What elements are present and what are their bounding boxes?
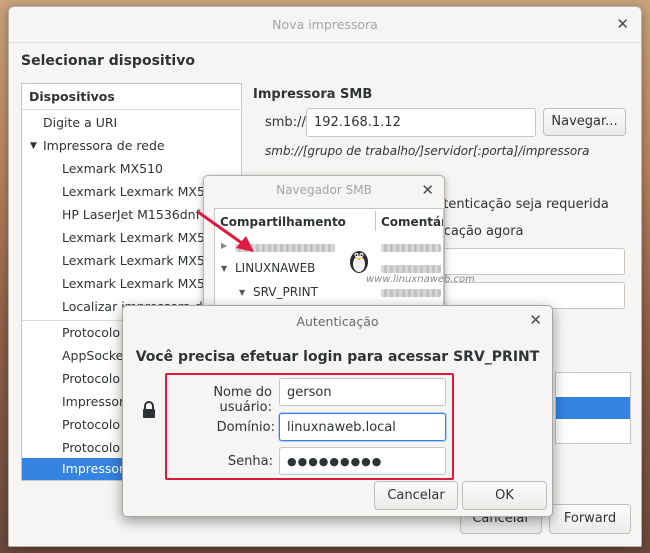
domain-label: Domínio:	[216, 420, 275, 435]
auth-ok-button[interactable]: OK	[462, 481, 547, 510]
blurred-comment	[381, 289, 441, 297]
smb-uri-label: smb://	[265, 115, 306, 130]
device-item[interactable]: HP LaserJet M1536dnf M	[62, 207, 215, 222]
auth-prompt: Você precisa efetuar login para acessar …	[135, 349, 540, 365]
blurred-comment	[381, 244, 441, 252]
collapse-icon[interactable]: ▼	[30, 141, 37, 151]
column-header-share[interactable]: Compartilhamento	[220, 215, 346, 229]
username-input[interactable]: gerson	[279, 378, 446, 406]
device-item-uri[interactable]: Digite a URI	[43, 115, 117, 130]
blurred-share	[235, 244, 335, 252]
collapse-icon[interactable]: ▼	[239, 288, 245, 297]
close-icon[interactable]: ✕	[616, 17, 629, 32]
blurred-comment	[381, 265, 441, 273]
smb-browser-dialog: Navegador SMB ✕ Compartilhamento Comentá…	[203, 175, 445, 315]
window-title: Nova impressora	[272, 17, 378, 32]
domain-input[interactable]: linuxnaweb.local	[279, 413, 446, 441]
smb-uri-input[interactable]: 192.168.1.12	[306, 108, 536, 137]
watermark-text: www.linuxnaweb.com	[366, 274, 475, 285]
smb-field[interactable]	[435, 248, 625, 275]
smb-uri-hint: smb://[grupo de trabalho/]servidor[:port…	[265, 144, 590, 158]
auth-cancel-button[interactable]: Cancelar	[374, 481, 458, 510]
auth-option-required[interactable]: utenticação seja requerida	[435, 197, 609, 212]
window-titlebar: Nova impressora ✕	[9, 7, 641, 43]
penguin-logo-icon	[350, 251, 368, 273]
browse-button[interactable]: Navegar...	[543, 108, 626, 136]
password-label: Senha:	[227, 454, 273, 469]
collapse-icon[interactable]: ▼	[221, 264, 227, 273]
device-list-header: Dispositivos	[29, 89, 115, 104]
lock-icon	[143, 401, 155, 418]
tree-node-linuxnaweb[interactable]: LINUXNAWEB	[235, 261, 315, 275]
smb-browser-title: Navegador SMB	[276, 183, 372, 197]
device-item-label: Impressora de rede	[43, 138, 165, 153]
page-heading: Selecionar dispositivo	[21, 53, 195, 69]
close-icon[interactable]: ✕	[529, 313, 542, 328]
username-label: Nome do usuário:	[213, 385, 272, 415]
authentication-dialog: Autenticação ✕ Você precisa efetuar logi…	[122, 305, 553, 517]
device-item-network-printer[interactable]: ▼ Impressora de rede	[30, 138, 165, 153]
column-header-comment[interactable]: Comentár	[381, 215, 443, 229]
driver-list[interactable]	[555, 372, 631, 444]
password-input[interactable]: ●●●●●●●●●	[279, 447, 446, 475]
forward-button[interactable]: Forward	[549, 504, 631, 534]
expand-icon[interactable]: ▶	[221, 241, 227, 250]
smb-share-tree[interactable]: Compartilhamento Comentár ▶ ▼ LINUXNAWEB…	[214, 208, 444, 314]
tree-node-srv-print[interactable]: SRV_PRINT	[253, 285, 318, 299]
close-icon[interactable]: ✕	[421, 183, 434, 198]
auth-option-now[interactable]: ticação agora	[435, 224, 524, 239]
driver-list-selected[interactable]	[556, 397, 630, 419]
divider	[22, 109, 241, 110]
auth-dialog-title: Autenticação	[296, 314, 379, 329]
device-item[interactable]: Lexmark MX510	[62, 161, 163, 176]
column-divider	[375, 211, 376, 231]
smb-heading: Impressora SMB	[253, 87, 373, 102]
